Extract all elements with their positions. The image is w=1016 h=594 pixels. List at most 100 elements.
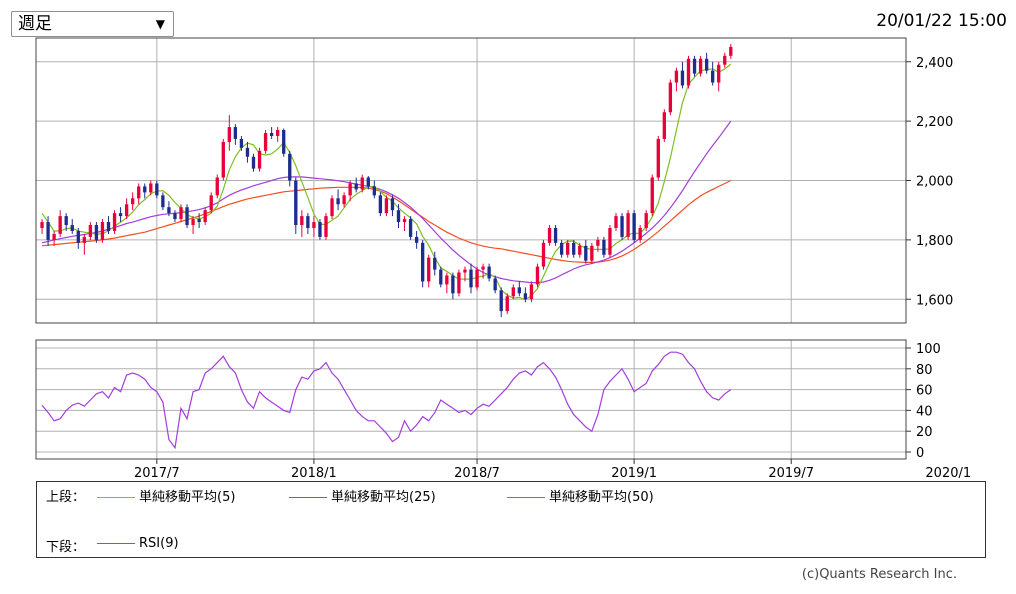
candle-body xyxy=(294,180,298,226)
candle-body xyxy=(161,195,165,208)
candle-body xyxy=(457,272,461,294)
candle-body xyxy=(179,207,183,220)
ma50-swatch xyxy=(507,497,545,498)
candle-body xyxy=(245,147,250,157)
candle-body xyxy=(94,225,99,240)
candle-body xyxy=(529,284,534,300)
candle-body xyxy=(427,257,431,282)
candle-body xyxy=(58,216,62,234)
candle-body xyxy=(541,242,546,267)
candle-body xyxy=(149,183,153,193)
x-tick-label: 2020/1 xyxy=(925,466,971,481)
candle-body xyxy=(487,266,491,279)
candle-body xyxy=(638,228,642,240)
candle-body xyxy=(372,186,376,196)
candle-body xyxy=(602,239,606,255)
candle-body xyxy=(276,130,280,136)
candle-body xyxy=(499,290,503,312)
ma5-series xyxy=(41,63,732,301)
candle-body xyxy=(288,153,292,181)
candle-body xyxy=(596,239,600,246)
candle-body xyxy=(723,55,727,65)
y-tick-label: 2,000 xyxy=(916,175,953,190)
candle-body xyxy=(553,228,558,243)
candle-body xyxy=(711,70,715,83)
legend-item-rsi: RSI(9) xyxy=(93,536,179,551)
ma5-line xyxy=(41,63,732,301)
copyright: (c)Quants Research Inc. xyxy=(801,567,957,582)
candle-body xyxy=(227,127,231,142)
candle-body xyxy=(263,133,268,151)
legend-label-ma50: 単純移動平均(50) xyxy=(549,490,654,505)
candle-body xyxy=(493,278,497,291)
candle-body xyxy=(481,266,485,270)
candle-body xyxy=(221,141,225,178)
candle-body xyxy=(433,257,437,270)
candle-body xyxy=(197,219,201,223)
candle-body xyxy=(312,222,316,228)
candle-body xyxy=(251,156,256,169)
candle-body xyxy=(656,138,660,178)
candle-body xyxy=(717,64,721,83)
candle-body xyxy=(82,236,86,243)
x-tick-label: 2018/7 xyxy=(454,466,500,481)
candle-body xyxy=(729,46,733,56)
legend-top-label: 上段： xyxy=(46,490,86,505)
legend-label-ma25: 単純移動平均(25) xyxy=(331,490,436,505)
candle-body xyxy=(100,222,105,240)
candle-body xyxy=(414,236,419,243)
candle-body xyxy=(52,233,56,240)
candle-body xyxy=(680,70,685,86)
candle-body xyxy=(76,230,80,243)
candle-body xyxy=(348,183,352,196)
rsi-line xyxy=(41,351,732,450)
candle-body xyxy=(143,186,147,193)
candle-body xyxy=(559,242,564,255)
candle-body xyxy=(354,183,358,190)
candle-body xyxy=(505,296,509,312)
candle-body xyxy=(644,213,648,228)
candle-body xyxy=(88,225,93,237)
y-tick-label: 1,800 xyxy=(916,234,953,249)
y-tick-label: 2,400 xyxy=(916,56,953,71)
candle-body xyxy=(511,287,515,297)
candle-body xyxy=(185,207,189,226)
candle-body xyxy=(203,210,207,223)
candle-body xyxy=(650,177,654,214)
candle-body xyxy=(106,222,111,231)
rsi-swatch xyxy=(97,543,135,544)
candle-body xyxy=(668,82,673,113)
rsi-tick-label: 40 xyxy=(916,404,933,419)
candle-body xyxy=(626,213,630,237)
candle-body xyxy=(384,198,389,214)
candle-body xyxy=(167,207,171,214)
candle-body xyxy=(396,210,401,223)
candle-body xyxy=(155,183,159,196)
rsi-tick-label: 80 xyxy=(916,363,933,378)
candle-body xyxy=(608,228,612,255)
candle-body xyxy=(451,275,455,294)
candle-body xyxy=(46,222,50,240)
candle-body xyxy=(421,242,425,282)
x-tick-label: 2018/1 xyxy=(291,466,337,481)
candle-body xyxy=(269,133,274,136)
candle-body xyxy=(118,213,123,217)
x-tick-label: 2017/7 xyxy=(134,466,180,481)
candle-body xyxy=(439,269,443,285)
candle-body xyxy=(469,269,473,288)
legend-item-ma50: 単純移動平均(50) xyxy=(503,486,654,505)
candle-body xyxy=(324,216,328,237)
candle-body xyxy=(124,204,129,217)
candle-body xyxy=(342,195,346,205)
candle-body xyxy=(112,213,117,231)
candle-body xyxy=(330,198,334,217)
rsi-frame xyxy=(35,339,911,464)
candle-body xyxy=(131,198,135,205)
candle-body xyxy=(40,222,44,228)
legend-item-ma25: 単純移動平均(25) xyxy=(285,486,436,505)
candle-body xyxy=(173,213,177,220)
legend-label-ma5: 単純移動平均(5) xyxy=(139,490,236,505)
candle-body xyxy=(566,242,570,255)
rsi-tick-label: 20 xyxy=(916,425,933,440)
candle-body xyxy=(547,228,552,243)
